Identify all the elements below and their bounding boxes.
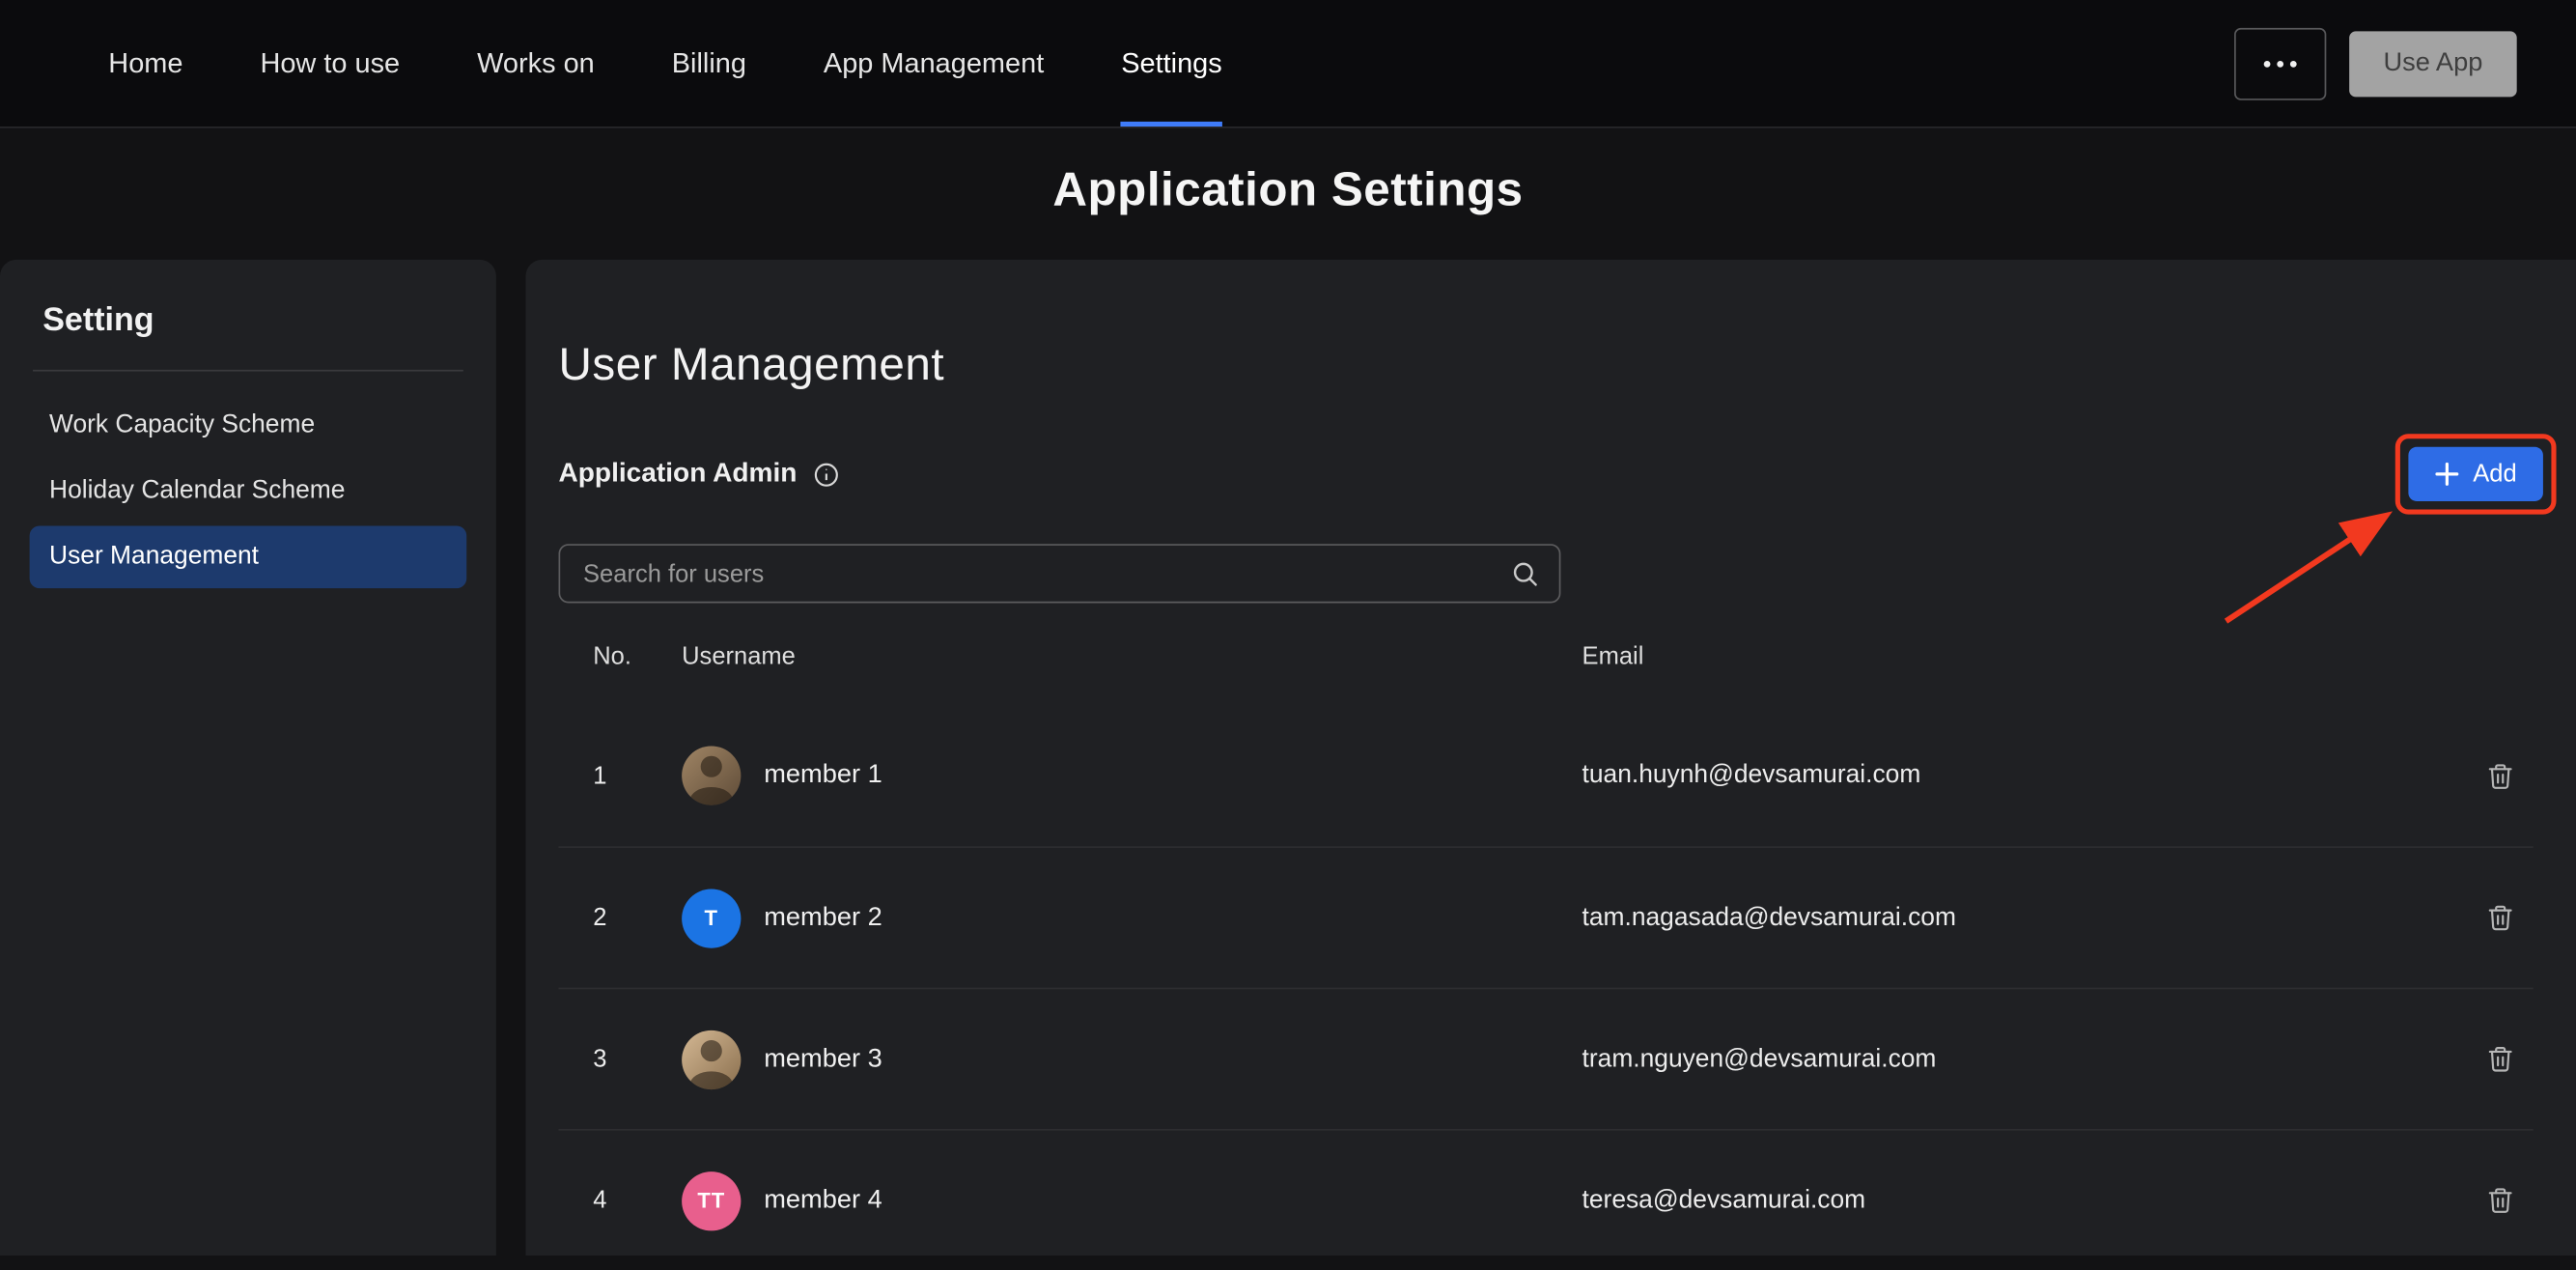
info-icon[interactable] <box>812 460 842 490</box>
sidebar-item-holiday-calendar-scheme[interactable]: Holiday Calendar Scheme <box>30 460 467 522</box>
search-input[interactable] <box>559 544 1561 603</box>
ellipsis-icon <box>2264 60 2271 67</box>
user-email: teresa@devsamurai.com <box>1582 1186 2468 1216</box>
row-number: 3 <box>593 1045 682 1073</box>
nav-item-billing[interactable]: Billing <box>672 0 746 127</box>
user-management-panel: User Management Application Admin <box>525 260 2575 1256</box>
trash-icon <box>2485 1043 2515 1074</box>
col-header-no: No. <box>593 641 682 669</box>
col-header-username: Username <box>682 641 1582 669</box>
app-root: Home How to use Works on Billing App Man… <box>0 0 2576 1256</box>
row-number: 1 <box>593 762 682 790</box>
avatar: TT <box>682 1171 741 1229</box>
table-row: 3 member 3 tram.nguyen@devsamurai.com <box>559 988 2534 1129</box>
trash-icon <box>2485 902 2515 933</box>
section-title: User Management <box>559 260 2534 391</box>
table-row: 2 T member 2 tam.nagasada@devsamurai.com <box>559 846 2534 987</box>
avatar-initials: T <box>705 906 718 931</box>
divider <box>33 370 463 372</box>
add-button[interactable]: Add <box>2409 447 2543 501</box>
row-number: 2 <box>593 904 682 932</box>
trash-icon <box>2485 760 2515 791</box>
username: member 1 <box>764 761 882 791</box>
search-box <box>559 544 1561 603</box>
user-email: tam.nagasada@devsamurai.com <box>1582 903 2468 933</box>
trash-icon <box>2485 1185 2515 1216</box>
sidebar-item-user-management[interactable]: User Management <box>30 525 467 588</box>
delete-user-button[interactable] <box>2479 895 2522 940</box>
avatar <box>682 1030 741 1088</box>
sidebar-list: Work Capacity Scheme Holiday Calendar Sc… <box>30 394 467 588</box>
top-navbar: Home How to use Works on Billing App Man… <box>0 0 2576 128</box>
add-button-label: Add <box>2473 460 2516 488</box>
search-icon <box>1510 559 1541 599</box>
content-area: Setting Work Capacity Scheme Holiday Cal… <box>0 260 2576 1256</box>
table-row: 4 TT member 4 teresa@devsamurai.com <box>559 1129 2534 1270</box>
username: member 2 <box>764 903 882 933</box>
application-admin-label: Application Admin <box>559 459 798 490</box>
table-header-row: No. Username Email <box>559 623 2534 689</box>
nav-right-controls: Use App <box>2234 0 2576 127</box>
delete-user-button[interactable] <box>2479 1178 2522 1223</box>
table-row: 1 member 1 tuan.huynh@devsamurai.com <box>559 705 2534 846</box>
row-number: 4 <box>593 1186 682 1214</box>
avatar-initials: TT <box>697 1188 725 1213</box>
nav-item-how-to-use[interactable]: How to use <box>260 0 400 127</box>
admin-header-row: Application Admin <box>559 434 2534 514</box>
more-button[interactable] <box>2234 27 2326 99</box>
sidebar-title: Setting <box>30 260 467 370</box>
col-header-email: Email <box>1582 641 2468 669</box>
plus-icon <box>2435 462 2460 487</box>
nav-item-works-on[interactable]: Works on <box>477 0 595 127</box>
avatar <box>682 746 741 804</box>
ellipsis-icon <box>2290 60 2297 67</box>
nav-item-app-management[interactable]: App Management <box>824 0 1044 127</box>
avatar: T <box>682 889 741 947</box>
ellipsis-icon <box>2277 60 2283 67</box>
username: member 4 <box>764 1186 882 1216</box>
sidebar-item-work-capacity-scheme[interactable]: Work Capacity Scheme <box>30 394 467 457</box>
nav-menu: Home How to use Works on Billing App Man… <box>108 0 1221 127</box>
use-app-button[interactable]: Use App <box>2349 30 2517 96</box>
delete-user-button[interactable] <box>2479 753 2522 798</box>
settings-sidebar: Setting Work Capacity Scheme Holiday Cal… <box>0 260 496 1256</box>
users-table: No. Username Email 1 member 1 tuan.huynh… <box>559 623 2534 1270</box>
nav-item-settings[interactable]: Settings <box>1121 0 1222 127</box>
username: member 3 <box>764 1044 882 1074</box>
delete-user-button[interactable] <box>2479 1037 2522 1082</box>
nav-item-home[interactable]: Home <box>108 0 182 127</box>
annotation-box: Add <box>2395 434 2556 514</box>
page-title: Application Settings <box>0 155 2576 227</box>
user-email: tram.nguyen@devsamurai.com <box>1582 1044 2468 1074</box>
user-email: tuan.huynh@devsamurai.com <box>1582 761 2468 791</box>
